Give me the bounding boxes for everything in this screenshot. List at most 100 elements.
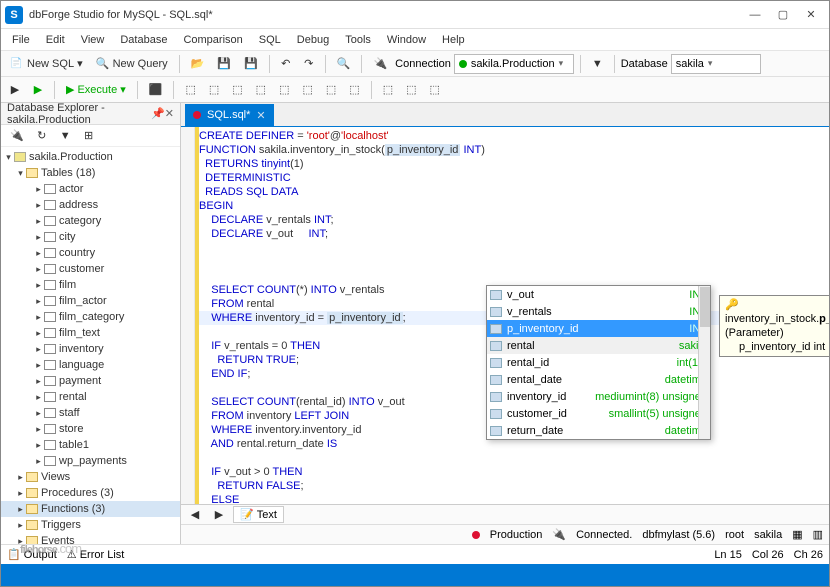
new-query-button[interactable]: 🔍New Query (91, 54, 173, 74)
autocomplete-popup[interactable]: v_outINTv_rentalsINTp_inventory_idINTren… (486, 285, 711, 440)
tree-table-category[interactable]: ▸category (1, 213, 180, 229)
code-line-2[interactable]: FUNCTION sakila.inventory_in_stock(p_inv… (199, 143, 825, 157)
undo-button[interactable]: ↶ (276, 54, 296, 74)
save-all-button[interactable]: 💾 (239, 54, 263, 74)
tree-procedures-folder[interactable]: ▸Procedures (3) (1, 485, 180, 501)
file-tab-sql[interactable]: SQL.sql* ✕ (185, 104, 274, 126)
close-button[interactable]: ✕ (797, 5, 825, 25)
code-line-11[interactable] (199, 269, 825, 283)
tree-table-wp_payments[interactable]: ▸wp_payments (1, 453, 180, 469)
tool-btn-2[interactable]: ⬚ (204, 80, 224, 100)
database-tree[interactable]: ▾sakila.Production▾Tables (18)▸actor▸add… (1, 147, 180, 544)
code-line-27[interactable]: ELSE (199, 493, 825, 504)
tree-table-store[interactable]: ▸store (1, 421, 180, 437)
filter-tree-button[interactable]: ▼ (55, 126, 76, 146)
fold-gutter[interactable] (181, 127, 195, 504)
prev-tab-button[interactable]: ◀ (185, 505, 205, 525)
tree-table-city[interactable]: ▸city (1, 229, 180, 245)
start-debug-button[interactable]: ▶ (5, 80, 25, 100)
refresh-button[interactable]: ↻ (32, 126, 52, 146)
autocomplete-scrollbar[interactable] (698, 286, 710, 439)
tool-btn-10[interactable]: ⬚ (401, 80, 421, 100)
menu-file[interactable]: File (5, 32, 37, 48)
menu-edit[interactable]: Edit (39, 32, 72, 48)
tree-table-film_actor[interactable]: ▸film_actor (1, 293, 180, 309)
ac-item-rental_id[interactable]: rental_idint(11) (487, 354, 710, 371)
tool-btn-8[interactable]: ⬚ (344, 80, 364, 100)
tree-table-customer[interactable]: ▸customer (1, 261, 180, 277)
execute-button[interactable]: ▶ Execute▾ (61, 80, 131, 100)
text-view-tab[interactable]: 📝 Text (233, 506, 284, 523)
minimize-button[interactable]: — (741, 5, 769, 25)
tree-conn-root[interactable]: ▾sakila.Production (1, 149, 180, 165)
stop-button[interactable]: ⬛ (144, 80, 168, 100)
tree-table-film_text[interactable]: ▸film_text (1, 325, 180, 341)
menu-help[interactable]: Help (435, 32, 472, 48)
menu-sql[interactable]: SQL (252, 32, 288, 48)
tool-btn-1[interactable]: ⬚ (180, 80, 200, 100)
code-line-4[interactable]: DETERMINISTIC (199, 171, 825, 185)
code-line-8[interactable]: DECLARE v_out INT; (199, 227, 825, 241)
tab-close-button[interactable]: ✕ (256, 109, 265, 122)
tree-table-rental[interactable]: ▸rental (1, 389, 180, 405)
tree-table-payment[interactable]: ▸payment (1, 373, 180, 389)
code-line-26[interactable]: RETURN FALSE; (199, 479, 825, 493)
ac-item-v_out[interactable]: v_outINT (487, 286, 710, 303)
tree-triggers-folder[interactable]: ▸Triggers (1, 517, 180, 533)
layout-icon[interactable]: ▥ (813, 528, 823, 541)
ac-item-customer_id[interactable]: customer_idsmallint(5) unsigned (487, 405, 710, 422)
tool-btn-11[interactable]: ⬚ (425, 80, 445, 100)
tree-table-actor[interactable]: ▸actor (1, 181, 180, 197)
tool-btn-4[interactable]: ⬚ (251, 80, 271, 100)
ac-item-return_date[interactable]: return_datedatetime (487, 422, 710, 439)
code-line-25[interactable]: IF v_out > 0 THEN (199, 465, 825, 479)
menu-debug[interactable]: Debug (290, 32, 336, 48)
tree-table-country[interactable]: ▸country (1, 245, 180, 261)
code-line-3[interactable]: RETURNS tinyint(1) (199, 157, 825, 171)
filter-button[interactable]: ▼ (587, 54, 608, 74)
menu-view[interactable]: View (74, 32, 112, 48)
next-tab-button[interactable]: ▶ (209, 505, 229, 525)
ac-item-rental_date[interactable]: rental_datedatetime (487, 371, 710, 388)
menu-database[interactable]: Database (113, 32, 174, 48)
expand-button[interactable]: ⊞ (79, 126, 99, 146)
run-button[interactable]: ▶ (28, 80, 48, 100)
connection-icon[interactable]: 🔌 (368, 54, 392, 74)
tree-tables-folder[interactable]: ▾Tables (18) (1, 165, 180, 181)
grid-icon[interactable]: ▦ (792, 528, 802, 541)
tree-table-film_category[interactable]: ▸film_category (1, 309, 180, 325)
tree-table-address[interactable]: ▸address (1, 197, 180, 213)
find-button[interactable]: 🔍 (332, 54, 356, 74)
connection-dropdown[interactable]: sakila.Production ▾ (454, 54, 574, 74)
code-line-7[interactable]: DECLARE v_rentals INT; (199, 213, 825, 227)
ac-item-v_rentals[interactable]: v_rentalsINT (487, 303, 710, 320)
code-editor[interactable]: CREATE DEFINER = 'root'@'localhost'FUNCT… (181, 127, 829, 504)
new-sql-button[interactable]: New SQL▾ (5, 54, 88, 74)
tree-views-folder[interactable]: ▸Views (1, 469, 180, 485)
code-line-24[interactable] (199, 451, 825, 465)
tree-table-staff[interactable]: ▸staff (1, 405, 180, 421)
database-dropdown[interactable]: sakila ▾ (671, 54, 761, 74)
tree-table-table1[interactable]: ▸table1 (1, 437, 180, 453)
save-button[interactable]: 💾 (212, 54, 236, 74)
tool-btn-5[interactable]: ⬚ (274, 80, 294, 100)
maximize-button[interactable]: ▢ (769, 5, 797, 25)
tool-btn-6[interactable]: ⬚ (297, 80, 317, 100)
open-button[interactable]: 📂 (186, 54, 210, 74)
ac-item-p_inventory_id[interactable]: p_inventory_idINT (487, 320, 710, 337)
explorer-pin-button[interactable]: 📌 (151, 107, 165, 120)
tree-functions-folder[interactable]: ▸Functions (3) (1, 501, 180, 517)
ac-item-inventory_id[interactable]: inventory_idmediumint(8) unsigned (487, 388, 710, 405)
menu-comparison[interactable]: Comparison (176, 32, 249, 48)
tree-table-language[interactable]: ▸language (1, 357, 180, 373)
menu-tools[interactable]: Tools (338, 32, 378, 48)
menu-window[interactable]: Window (380, 32, 433, 48)
tool-btn-9[interactable]: ⬚ (378, 80, 398, 100)
ac-item-rental[interactable]: rentalsakila (487, 337, 710, 354)
tree-table-inventory[interactable]: ▸inventory (1, 341, 180, 357)
redo-button[interactable]: ↷ (299, 54, 319, 74)
tool-btn-3[interactable]: ⬚ (227, 80, 247, 100)
tree-table-film[interactable]: ▸film (1, 277, 180, 293)
code-line-9[interactable] (199, 241, 825, 255)
explorer-close-button[interactable]: ✕ (165, 107, 174, 120)
